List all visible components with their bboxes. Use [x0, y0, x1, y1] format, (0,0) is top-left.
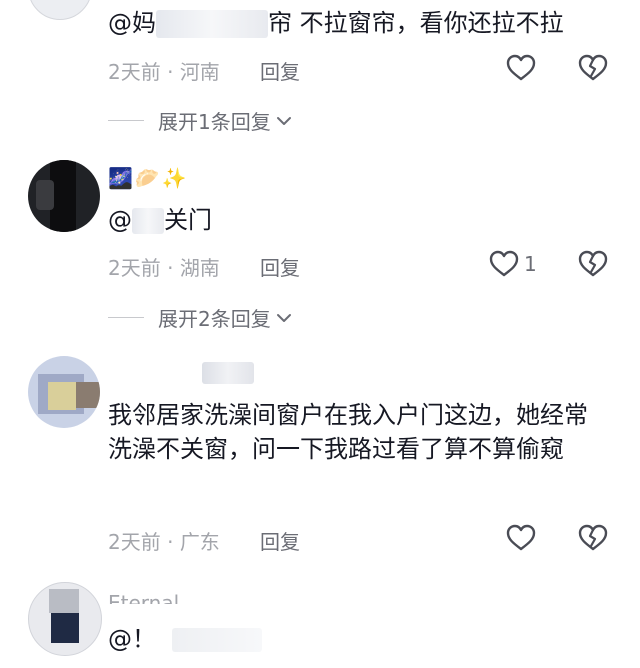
broken-heart-icon[interactable] — [577, 522, 609, 554]
comment-meta: 2天前 · 湖南 — [108, 252, 220, 281]
mention-prefix[interactable]: @ — [108, 206, 132, 234]
blurred-mention — [132, 208, 164, 234]
avatar[interactable] — [28, 582, 102, 656]
comment-location: 广东 — [179, 530, 220, 554]
chevron-down-icon — [276, 116, 291, 125]
comment-body: 帘 不拉窗帘，看你还拉不拉 — [268, 9, 564, 37]
heart-outline-icon[interactable] — [488, 248, 520, 280]
chevron-down-icon — [276, 313, 291, 322]
meta-separator: · — [160, 530, 180, 554]
meta-separator: · — [160, 256, 180, 280]
comment-time: 2天前 — [108, 256, 161, 280]
reply-button[interactable]: 回复 — [260, 252, 300, 281]
expand-label: 展开2条回复 — [158, 307, 271, 331]
heart-outline-icon[interactable] — [505, 52, 537, 84]
reply-button[interactable]: 回复 — [260, 56, 300, 85]
comment-meta: 2天前 · 广东 — [108, 526, 220, 555]
expand-replies-button[interactable]: 展开1条回复 — [108, 106, 293, 135]
mention-prefix[interactable]: @！ — [108, 625, 156, 653]
heart-outline-icon[interactable] — [505, 522, 537, 554]
comment-body: 关门 — [164, 206, 212, 234]
mention-prefix[interactable]: @妈 — [108, 9, 156, 37]
like-count: 1 — [524, 252, 537, 276]
expand-label: 展开1条回复 — [158, 110, 271, 134]
comment-text: @！ — [108, 622, 262, 656]
comment-time: 2天前 — [108, 60, 161, 84]
divider — [108, 317, 144, 318]
reply-button[interactable]: 回复 — [260, 526, 300, 555]
meta-separator: · — [160, 60, 180, 84]
broken-heart-icon[interactable] — [577, 248, 609, 280]
avatar[interactable] — [28, 160, 100, 232]
broken-heart-icon[interactable] — [577, 52, 609, 84]
blurred-mention — [171, 628, 262, 652]
comment-text: @ 关门 — [108, 203, 212, 237]
comment-text: 我邻居家洗澡间窗户在我入户门这边，她经常洗澡不关窗，问一下我路过看了算不算偷窥 — [108, 401, 588, 463]
blurred-mention — [156, 10, 268, 38]
username[interactable]: Eternal.. — [108, 588, 192, 604]
username-emoji[interactable]: 🌌🥟✨ — [108, 166, 189, 190]
comment-location: 湖南 — [179, 256, 220, 280]
avatar[interactable] — [28, 0, 92, 20]
username-blurred[interactable] — [202, 362, 254, 384]
comment-text: @妈 帘 不拉窗帘，看你还拉不拉 — [108, 6, 564, 40]
comment-meta: 2天前 · 河南 — [108, 56, 220, 85]
divider — [108, 120, 144, 121]
avatar[interactable] — [28, 356, 100, 428]
expand-replies-button[interactable]: 展开2条回复 — [108, 303, 293, 332]
comment-location: 河南 — [179, 60, 220, 84]
comment-time: 2天前 — [108, 530, 161, 554]
